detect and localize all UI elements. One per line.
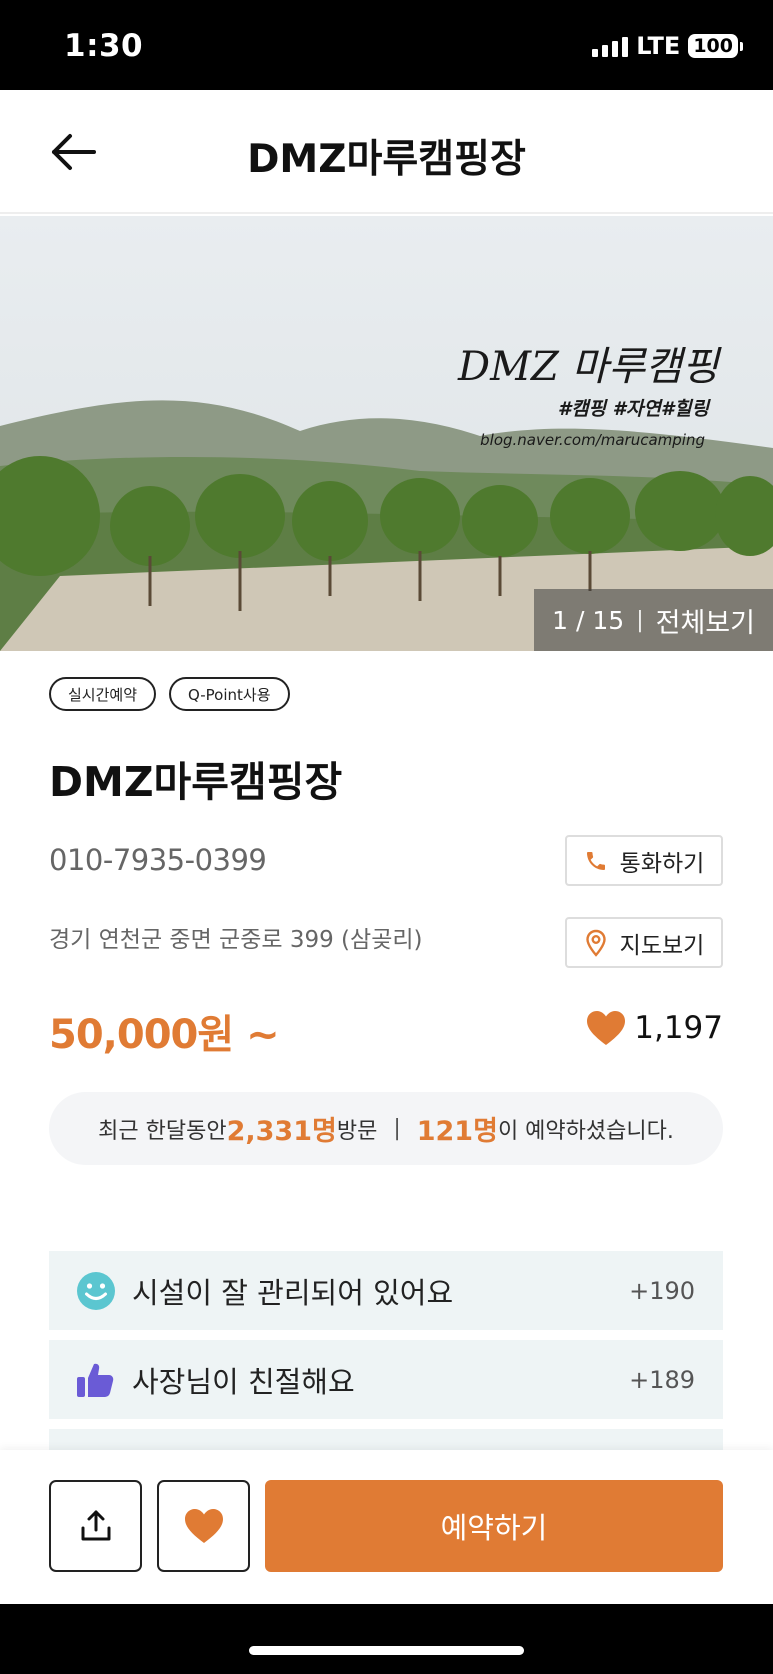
reservation-count: 121명 bbox=[416, 1116, 498, 1147]
review-keyword-row: 시설이 잘 관리되어 있어요 +190 bbox=[49, 1251, 723, 1330]
view-all-photos-button[interactable]: 전체보기 bbox=[656, 601, 755, 640]
battery-icon: 100 bbox=[688, 34, 743, 58]
review-keyword-text: 사장님이 친절해요 bbox=[132, 1364, 355, 1399]
likes[interactable]: 1,197 bbox=[586, 1010, 723, 1046]
home-indicator[interactable] bbox=[249, 1646, 524, 1655]
battery-level: 100 bbox=[688, 34, 738, 58]
price: 50,000원 ~ bbox=[49, 1012, 280, 1058]
photo-counter: 1 / 15 | 전체보기 bbox=[534, 589, 773, 651]
review-keyword-text: 시설이 잘 관리되어 있어요 bbox=[132, 1275, 454, 1310]
review-keyword-count: +189 bbox=[629, 1365, 695, 1394]
phone-number: 010-7935-0399 bbox=[49, 843, 267, 877]
share-icon bbox=[81, 1510, 110, 1541]
smiley-icon bbox=[77, 1272, 115, 1310]
map-button[interactable]: 지도보기 bbox=[565, 917, 723, 968]
call-button[interactable]: 통화하기 bbox=[565, 835, 723, 886]
address: 경기 연천군 중면 군중로 399 (삼곶리) bbox=[49, 927, 423, 953]
status-indicators: LTE 100 bbox=[592, 32, 743, 60]
counter-divider: | bbox=[636, 607, 644, 633]
likes-count: 1,197 bbox=[634, 1010, 723, 1046]
visit-word: 방문 bbox=[336, 1118, 378, 1144]
feature-chips: 실시간예약 Q-Point사용 bbox=[49, 677, 290, 711]
status-time: 1:30 bbox=[64, 28, 144, 64]
thumbs-up-icon bbox=[77, 1363, 114, 1397]
page-title: DMZ마루캠핑장 bbox=[247, 137, 526, 182]
photo-overlay-url: blog.naver.com/marucamping bbox=[480, 431, 705, 449]
photo-index: 1 / 15 bbox=[552, 605, 625, 635]
network-type: LTE bbox=[636, 32, 681, 60]
photo-overlay-brand: DMZ 마루캠핑 bbox=[458, 344, 719, 390]
phone-icon bbox=[586, 851, 605, 870]
heart-icon bbox=[587, 1011, 626, 1045]
status-bar: 1:30 LTE 100 bbox=[0, 0, 773, 90]
nav-bar: DMZ마루캠핑장 bbox=[0, 90, 773, 214]
share-button[interactable] bbox=[49, 1480, 142, 1572]
photo-overlay-tags: #캠핑 #자연#힐링 bbox=[557, 398, 709, 420]
place-name: DMZ마루캠핑장 bbox=[49, 758, 343, 806]
heart-icon bbox=[184, 1509, 223, 1543]
review-keyword-row: 사장님이 친절해요 +189 bbox=[49, 1340, 723, 1419]
map-label: 지도보기 bbox=[619, 932, 705, 959]
review-keyword-count: +190 bbox=[629, 1276, 695, 1305]
visit-prefix: 최근 한달동안 bbox=[98, 1118, 227, 1144]
location-pin-icon bbox=[585, 929, 606, 957]
reserve-button[interactable]: 예약하기 bbox=[265, 1480, 723, 1572]
chip-qpoint: Q-Point사용 bbox=[169, 677, 290, 711]
banner-divider: | bbox=[393, 1116, 401, 1141]
visitor-count: 2,331명 bbox=[226, 1116, 337, 1147]
reservation-suffix: 이 예약하셨습니다. bbox=[497, 1118, 674, 1144]
call-label: 통화하기 bbox=[619, 850, 705, 877]
signal-icon bbox=[592, 35, 629, 57]
photo-gallery[interactable]: DMZ 마루캠핑 #캠핑 #자연#힐링 blog.naver.com/maruc… bbox=[0, 216, 773, 651]
visit-stats-banner: 최근 한달동안 2,331명 방문 | 121명 이 예약하셨습니다. bbox=[49, 1092, 723, 1165]
home-indicator-area bbox=[0, 1604, 773, 1674]
favorite-button[interactable] bbox=[157, 1480, 250, 1572]
bottom-action-bar: 예약하기 bbox=[0, 1450, 773, 1604]
chip-realtime-booking: 실시간예약 bbox=[49, 677, 157, 711]
